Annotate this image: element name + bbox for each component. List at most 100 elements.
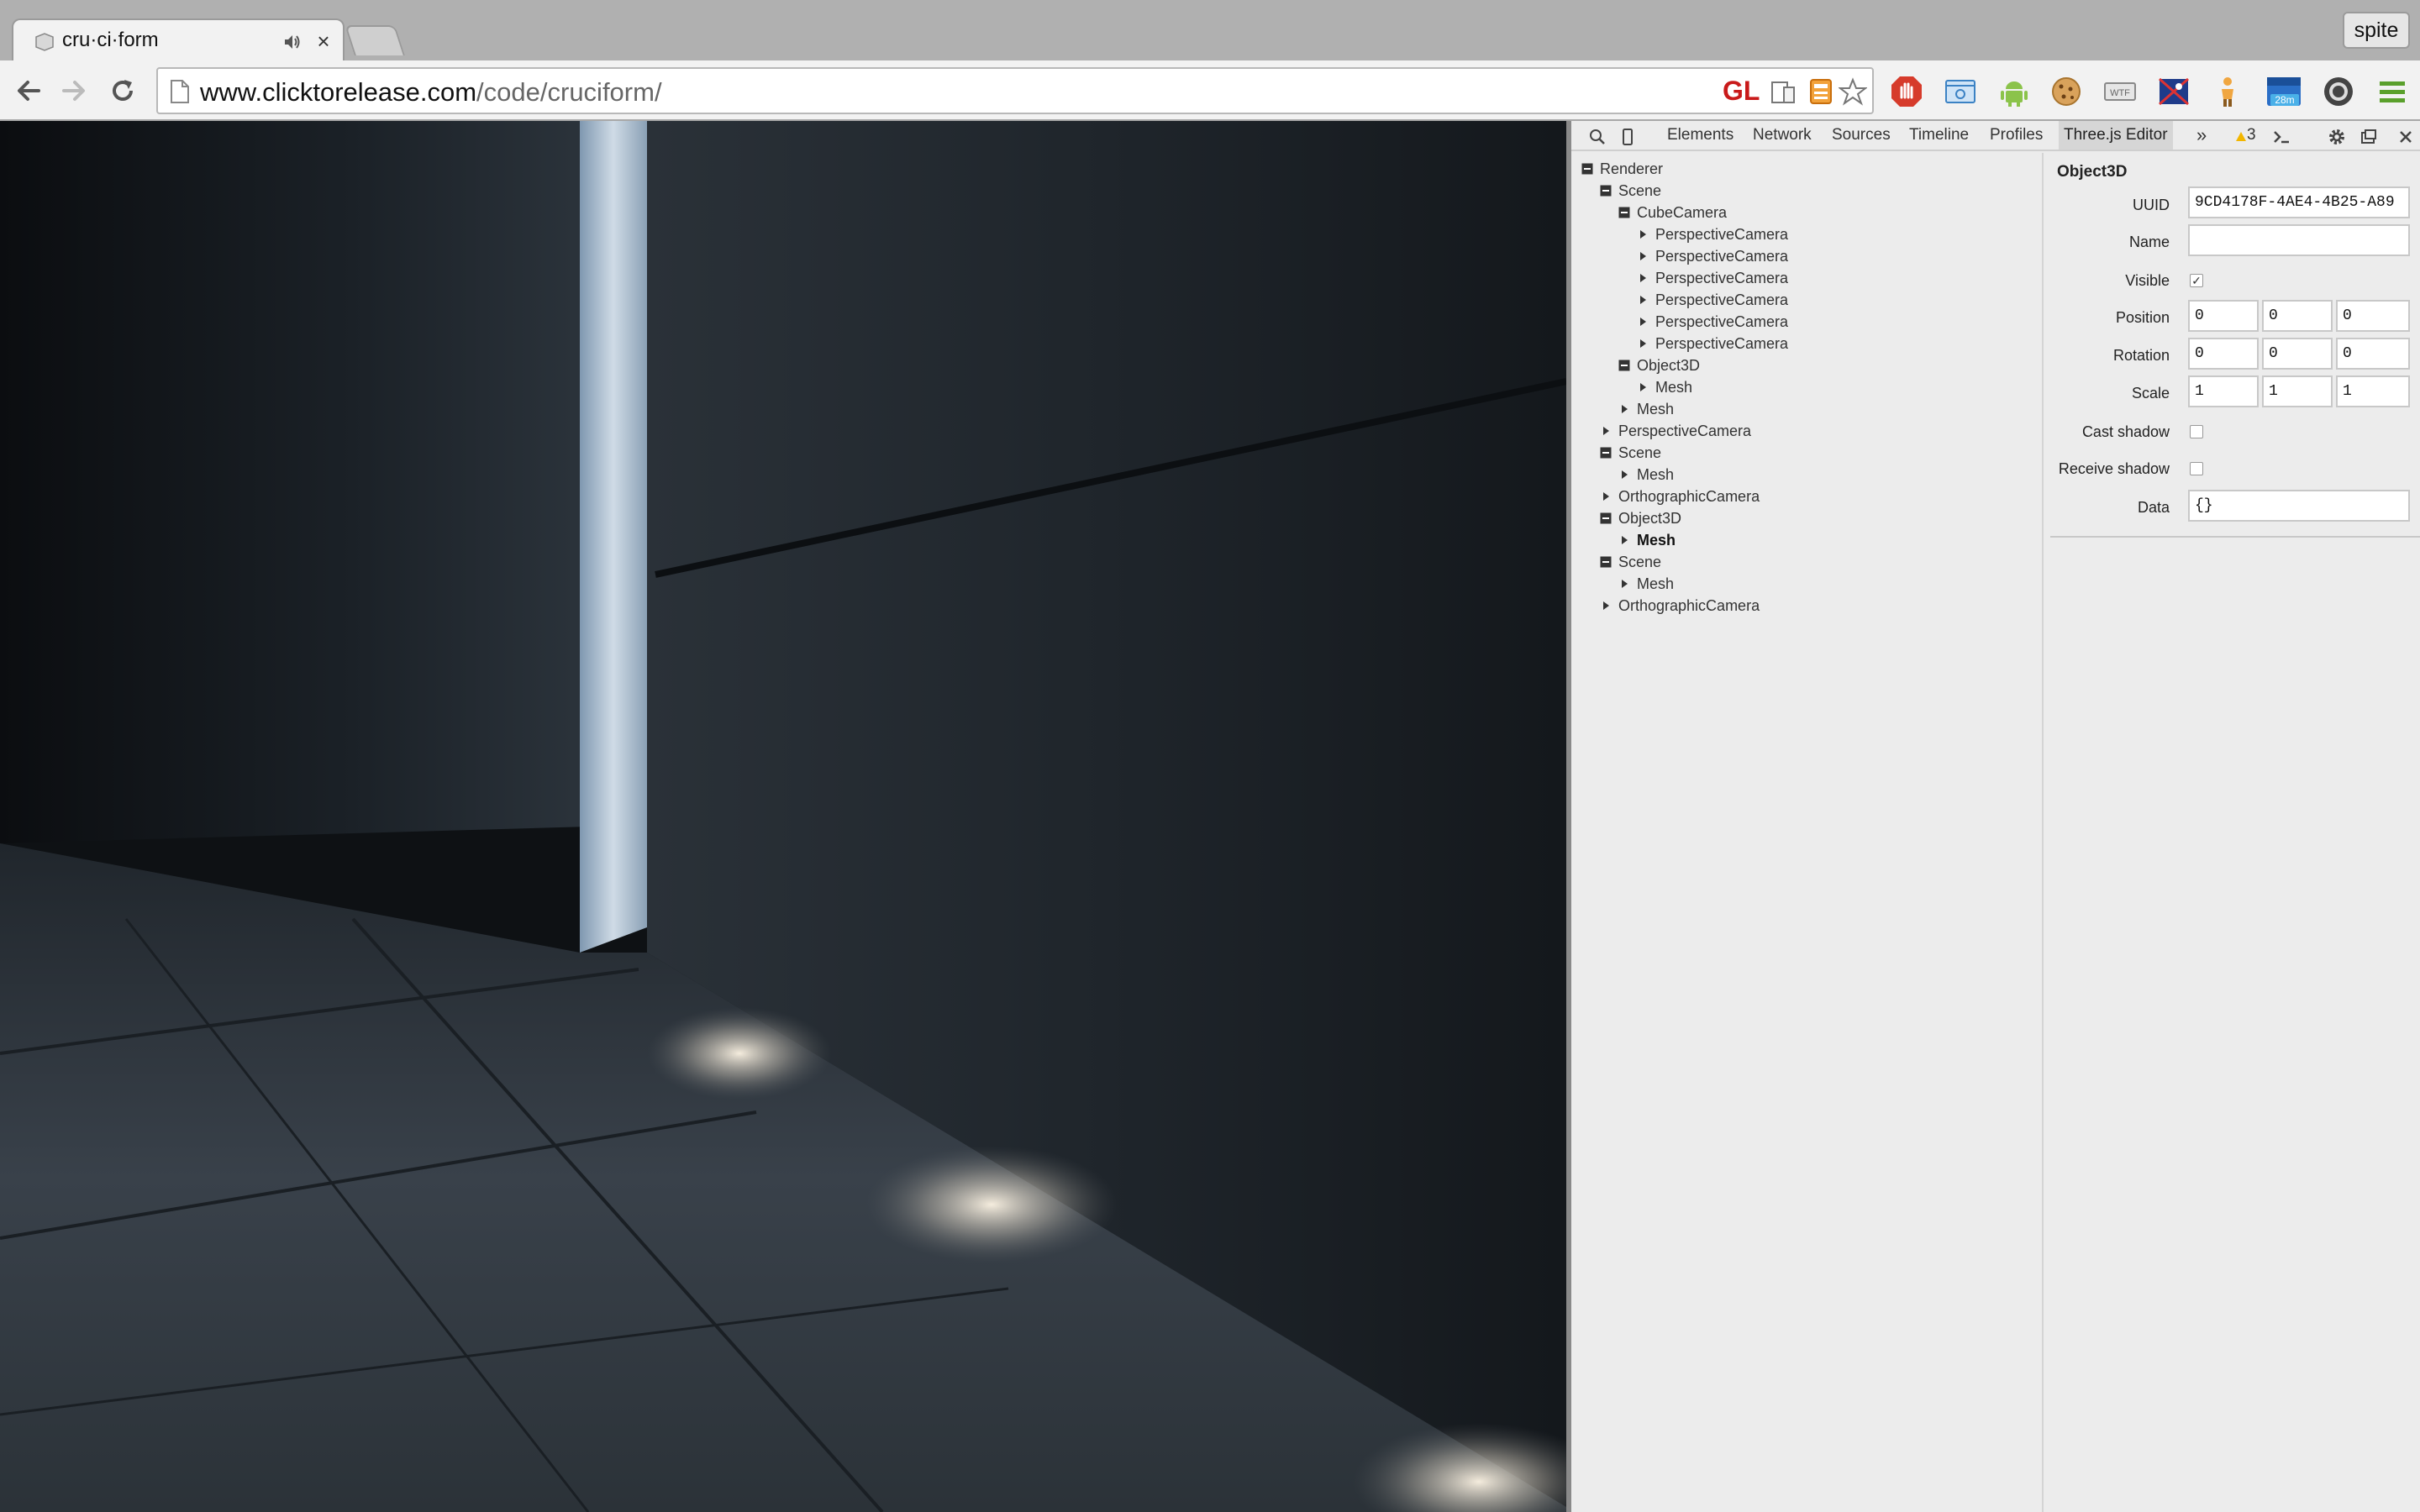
expand-arrow-icon[interactable] — [1637, 228, 1649, 240]
expand-arrow-icon[interactable] — [1600, 425, 1612, 437]
expand-arrow-icon[interactable] — [1637, 316, 1649, 328]
tree-item-label: PerspectiveCamera — [1655, 313, 1789, 330]
tab-threejs-editor[interactable]: Three.js Editor — [2059, 121, 2173, 150]
expand-arrow-icon[interactable] — [1637, 381, 1649, 393]
collapse-toggle-icon[interactable] — [1600, 447, 1612, 459]
cookie-icon[interactable] — [2049, 74, 2084, 109]
inspector-divider — [2050, 536, 2420, 538]
address-bar[interactable]: www.clicktorelease.com/code/cruciform/ G… — [156, 67, 1874, 114]
expand-arrow-icon[interactable] — [1637, 250, 1649, 262]
expand-arrow-icon[interactable] — [1618, 469, 1630, 480]
position-x-field[interactable]: 0 — [2188, 300, 2259, 332]
person-extension-icon[interactable] — [2210, 74, 2245, 109]
scale-x-field[interactable]: 1 — [2188, 375, 2259, 407]
page-icon — [171, 80, 189, 103]
flag-extension-icon[interactable] — [2156, 74, 2191, 109]
close-icon[interactable] — [2396, 128, 2415, 146]
cast-shadow-checkbox[interactable] — [2190, 425, 2203, 438]
webgl-canvas[interactable] — [0, 121, 1566, 1512]
tree-item-label: Object3D — [1618, 510, 1682, 527]
screenshot-extension-icon[interactable] — [1943, 74, 1978, 109]
tree-item-label: Object3D — [1637, 357, 1701, 374]
expand-arrow-icon[interactable] — [1637, 338, 1649, 349]
expand-arrow-icon[interactable] — [1618, 403, 1630, 415]
wtf-tracing-icon[interactable]: WTF — [2102, 74, 2138, 109]
position-z-field[interactable]: 0 — [2336, 300, 2410, 332]
name-field[interactable] — [2188, 224, 2410, 256]
tree-item-label: Mesh — [1637, 532, 1676, 549]
scale-z-field[interactable]: 1 — [2336, 375, 2410, 407]
more-tabs-button[interactable]: » — [2191, 121, 2212, 150]
scale-y-field[interactable]: 1 — [2262, 375, 2333, 407]
chrome-menu-icon[interactable] — [2375, 74, 2410, 109]
webgl-inspector-icon[interactable]: GL — [1723, 76, 1760, 107]
timer-extension-icon[interactable]: 28m — [2264, 74, 2304, 109]
tree-item-label: Mesh — [1637, 575, 1675, 592]
warning-icon[interactable] — [2235, 128, 2247, 146]
tab-profiles[interactable]: Profiles — [1985, 121, 2048, 150]
expand-arrow-icon[interactable] — [1600, 491, 1612, 502]
forward-arrow-icon[interactable] — [59, 76, 89, 106]
rotation-y-field[interactable]: 0 — [2262, 338, 2333, 370]
expand-arrow-icon[interactable] — [1637, 272, 1649, 284]
tab-network[interactable]: Network — [1748, 121, 1817, 150]
new-tab-button[interactable] — [345, 25, 405, 55]
reload-icon[interactable] — [108, 76, 138, 106]
scale-label: Scale — [2131, 385, 2170, 402]
position-label: Position — [2115, 309, 2170, 326]
tree-item-label: PerspectiveCamera — [1655, 291, 1789, 308]
android-icon[interactable] — [1996, 74, 2032, 109]
tab-elements[interactable]: Elements — [1662, 121, 1739, 150]
uuid-field[interactable]: 9CD4178F-4AE4-4B25-A89 — [2188, 186, 2410, 218]
collapse-toggle-icon[interactable] — [1618, 360, 1630, 371]
collapse-toggle-icon[interactable] — [1600, 556, 1612, 568]
receive-shadow-checkbox[interactable] — [2190, 462, 2203, 475]
object-inspector: Object3D UUID 9CD4178F-4AE4-4B25-A89 Nam… — [2050, 153, 2420, 657]
data-field[interactable]: {} — [2188, 490, 2410, 522]
device-mode-icon[interactable] — [1770, 77, 1798, 106]
tree-item-label: OrthographicCamera — [1618, 488, 1760, 505]
collapse-toggle-icon[interactable] — [1600, 185, 1612, 197]
expand-arrow-icon[interactable] — [1637, 294, 1649, 306]
tab-sources[interactable]: Sources — [1827, 121, 1896, 150]
profile-button[interactable]: spite — [2343, 12, 2410, 49]
bookmark-star-icon[interactable] — [1839, 77, 1867, 106]
close-tab-icon[interactable]: × — [313, 30, 334, 52]
tab-strip: cru·ci·form × spite — [0, 0, 2420, 62]
expand-arrow-icon[interactable] — [1618, 534, 1630, 546]
rotation-z-field[interactable]: 0 — [2336, 338, 2410, 370]
collapse-toggle-icon[interactable] — [1600, 512, 1612, 524]
data-label: Data — [2137, 499, 2170, 516]
tab-timeline[interactable]: Timeline — [1904, 121, 1974, 150]
inspector-title: Object3D — [2057, 163, 2128, 181]
tree-item-label: Renderer — [1600, 160, 1664, 177]
browser-tab[interactable]: cru·ci·form × — [12, 18, 345, 62]
corridor-scene — [0, 121, 1566, 1512]
expand-arrow-icon[interactable] — [1600, 600, 1612, 612]
page-favicon-icon — [35, 33, 54, 51]
dock-side-icon[interactable] — [2360, 128, 2378, 146]
tree-item-label: OrthographicCamera — [1618, 597, 1760, 614]
collapse-toggle-icon[interactable] — [1581, 163, 1593, 175]
adblock-icon[interactable] — [1889, 74, 1924, 109]
visible-checkbox[interactable]: ✓ — [2190, 274, 2203, 287]
device-icon[interactable] — [1618, 128, 1637, 146]
calculator-icon[interactable] — [1807, 77, 1835, 106]
console-icon[interactable] — [2272, 128, 2291, 146]
record-extension-icon[interactable] — [2321, 74, 2356, 109]
gear-icon[interactable] — [2328, 128, 2346, 146]
receive-shadow-label: Receive shadow — [2058, 460, 2170, 477]
expand-arrow-icon[interactable] — [1618, 578, 1630, 590]
search-icon[interactable] — [1588, 128, 1607, 146]
position-y-field[interactable]: 0 — [2262, 300, 2333, 332]
rotation-label: Rotation — [2112, 347, 2170, 364]
tree-item-label: Mesh — [1637, 466, 1675, 483]
warning-count[interactable]: 3 — [2247, 121, 2256, 150]
rotation-x-field[interactable]: 0 — [2188, 338, 2259, 370]
tree-item-label: PerspectiveCamera — [1618, 423, 1752, 439]
back-arrow-icon[interactable] — [13, 76, 44, 106]
tree-item-label: PerspectiveCamera — [1655, 248, 1789, 265]
collapse-toggle-icon[interactable] — [1618, 207, 1630, 218]
tree-item-label: PerspectiveCamera — [1655, 226, 1789, 243]
speaker-icon[interactable] — [282, 32, 302, 52]
